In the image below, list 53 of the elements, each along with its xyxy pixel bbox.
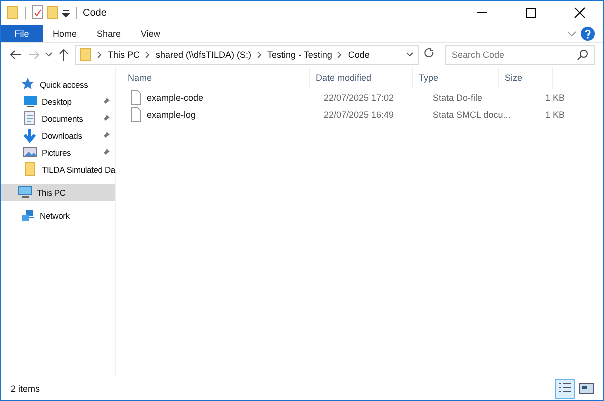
breadcrumb[interactable]: This PC — [108, 50, 140, 60]
file-icon — [130, 90, 142, 105]
nav-item[interactable]: This PC — [1, 184, 115, 201]
nav-item[interactable]: Quick access — [1, 76, 115, 93]
column-header[interactable]: Type — [413, 67, 499, 89]
desktop-icon — [23, 94, 38, 109]
nav-item[interactable]: TILDA Simulated Da — [1, 161, 115, 178]
type-cell-text: Stata SMCL docu... — [432, 110, 512, 120]
breadcrumb[interactable]: Testing - Testing — [268, 50, 332, 60]
search-field[interactable]: Search Code — [445, 45, 595, 65]
breadcrumb[interactable]: shared (\\dfsTILDA) (S:) — [156, 50, 252, 60]
column-header[interactable]: Name — [122, 67, 310, 89]
nav-item[interactable]: Documents — [1, 110, 115, 127]
item-count: 2 items — [11, 384, 40, 394]
folder-icon — [80, 47, 92, 63]
date-cell-text: 22/07/2025 17:02 — [323, 92, 396, 102]
chevron-icon[interactable] — [337, 50, 344, 60]
nav-item[interactable]: Downloads — [1, 127, 115, 144]
column-header[interactable]: Size — [499, 67, 553, 89]
file-menu-button[interactable]: File — [1, 25, 43, 42]
type-cell-text: Stata Do-file — [432, 92, 484, 102]
chevron-icon[interactable] — [256, 50, 263, 60]
details-view-icon — [557, 382, 573, 396]
size-cell-text: 1 KB — [544, 110, 566, 120]
back-icon[interactable] — [9, 48, 23, 62]
folder-icon — [23, 162, 38, 177]
tiles-view-icon — [579, 382, 595, 396]
network-icon — [21, 208, 36, 223]
ribbon-tab[interactable]: Home — [43, 25, 88, 42]
size-cell-text: 1 KB — [544, 92, 566, 102]
nav-item[interactable]: Pictures — [1, 144, 115, 161]
nav-item[interactable]: Desktop — [1, 93, 115, 110]
window-title: Code — [83, 8, 107, 18]
ribbon-tab[interactable]: Share — [87, 25, 132, 42]
pictures-icon — [23, 145, 38, 160]
up-icon[interactable] — [57, 48, 71, 62]
date-cell-text: 22/07/2025 16:49 — [323, 110, 396, 120]
file-icon — [130, 107, 142, 122]
help-icon[interactable] — [581, 26, 595, 40]
file-name[interactable]: example-log — [147, 110, 196, 120]
computer-icon — [18, 185, 33, 200]
star-icon — [21, 77, 36, 92]
file-name[interactable]: example-code — [147, 92, 204, 102]
chevron-icon[interactable] — [97, 50, 103, 60]
chevron-icon[interactable] — [145, 50, 152, 60]
address-bar[interactable]: This PC shared (\\dfsTILDA) (S:) Testing - Testing Code — [75, 45, 419, 65]
details-view-button[interactable] — [555, 378, 575, 398]
breadcrumb[interactable]: Code — [348, 50, 370, 60]
downloads-icon — [23, 128, 38, 143]
documents-icon — [23, 111, 38, 126]
nav-item[interactable]: Network — [1, 207, 115, 224]
ribbon-tab[interactable]: View — [131, 25, 170, 42]
column-header[interactable]: Date modified — [310, 67, 413, 89]
